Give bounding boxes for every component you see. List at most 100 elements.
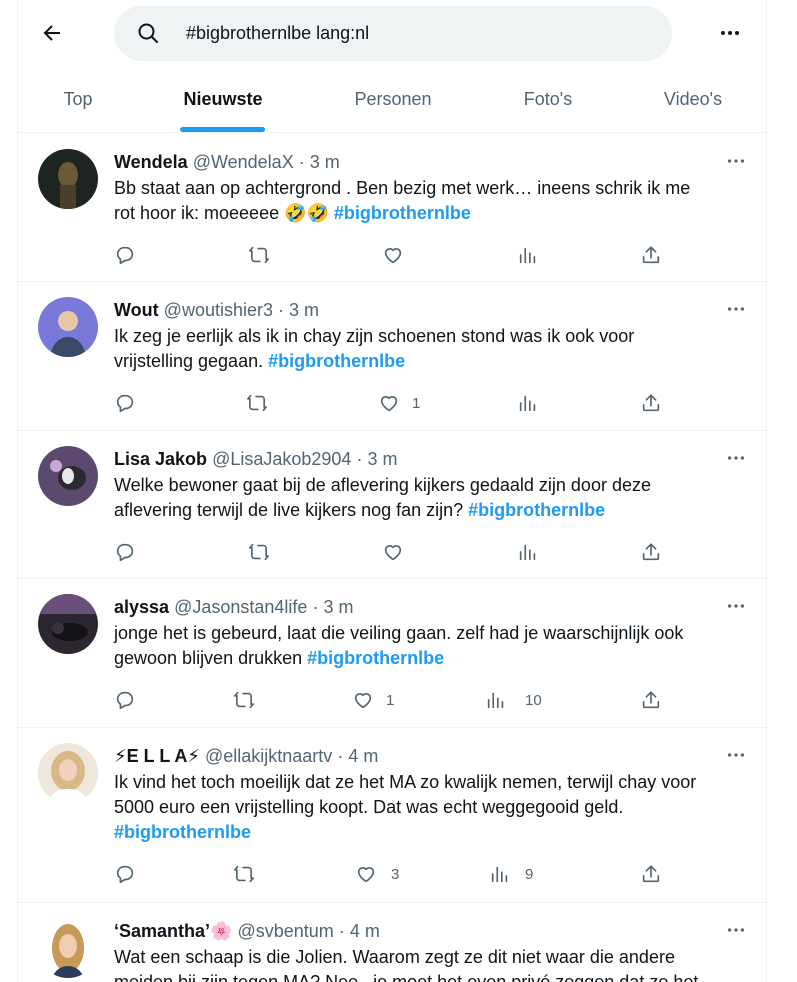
tweet[interactable]: Wendela @WendelaX · 3 m Bb staat aan op …: [18, 134, 766, 282]
timestamp[interactable]: 4 m: [348, 746, 378, 766]
display-name[interactable]: ‘Samantha’🌸: [114, 921, 232, 941]
tweet-header: Lisa Jakob @LisaJakob2904 · 3 m: [114, 448, 397, 470]
user-handle[interactable]: @Jasonstan4life: [174, 597, 307, 617]
hashtag-link[interactable]: #bigbrothernlbe: [468, 500, 605, 520]
tweet-line: Welke bewoner gaat bij de aflevering kij…: [114, 475, 651, 495]
tweet[interactable]: ‘Samantha’🌸 @svbentum · 4 m Wat een scha…: [18, 903, 766, 982]
views-button[interactable]: [517, 242, 551, 268]
search-box[interactable]: [114, 6, 672, 61]
tweet-more-button[interactable]: [724, 446, 748, 470]
views-button[interactable]: 10: [485, 687, 542, 713]
more-options-button[interactable]: [710, 13, 750, 53]
avatar[interactable]: [38, 149, 98, 209]
retweet-button[interactable]: [246, 390, 268, 416]
tweet-more-button[interactable]: [724, 149, 748, 173]
tweet-line: #bigbrothernlbe: [114, 820, 744, 845]
tab-photos[interactable]: Foto's: [498, 66, 598, 133]
share-button[interactable]: [640, 539, 662, 565]
tweet[interactable]: Lisa Jakob @LisaJakob2904 · 3 m Welke be…: [18, 431, 766, 579]
share-button[interactable]: [640, 687, 662, 713]
views-button[interactable]: [517, 539, 551, 565]
hashtag-link[interactable]: #bigbrothernlbe: [334, 203, 471, 223]
like-count: 3: [391, 865, 400, 883]
reply-button[interactable]: [114, 242, 136, 268]
like-button[interactable]: 1: [378, 390, 420, 416]
user-handle[interactable]: @LisaJakob2904: [212, 449, 351, 469]
tab-latest[interactable]: Nieuwste: [168, 66, 278, 133]
more-horizontal-icon: [727, 753, 745, 757]
separator: ·: [338, 921, 345, 941]
display-name[interactable]: Wout: [114, 300, 159, 320]
tab-top[interactable]: Top: [18, 66, 138, 133]
like-button[interactable]: [382, 242, 416, 268]
tweet-actions: 3 9: [114, 861, 744, 887]
heart-icon: [357, 867, 375, 883]
share-button[interactable]: [640, 242, 662, 268]
share-button[interactable]: [640, 861, 662, 887]
retweet-button[interactable]: [248, 539, 270, 565]
views-button[interactable]: [517, 390, 551, 416]
analytics-icon: [519, 247, 536, 264]
user-handle[interactable]: @svbentum: [237, 921, 333, 941]
avatar[interactable]: [38, 743, 98, 803]
hashtag-link[interactable]: #bigbrothernlbe: [114, 822, 251, 842]
tab-videos[interactable]: Video's: [638, 66, 748, 133]
reply-icon: [116, 543, 134, 562]
timestamp[interactable]: 3 m: [323, 597, 353, 617]
views-button[interactable]: 9: [489, 861, 533, 887]
share-button[interactable]: [640, 390, 662, 416]
tweet-actions: 1 10: [114, 687, 744, 713]
more-horizontal-icon: [727, 307, 745, 311]
retweet-button[interactable]: [233, 861, 255, 887]
user-handle[interactable]: @woutishier3: [164, 300, 273, 320]
timestamp[interactable]: 4 m: [350, 921, 380, 941]
timestamp[interactable]: 3 m: [289, 300, 319, 320]
display-name[interactable]: alyssa: [114, 597, 169, 617]
timestamp[interactable]: 3 m: [367, 449, 397, 469]
like-button[interactable]: 1: [352, 687, 394, 713]
tweet-more-button[interactable]: [724, 297, 748, 321]
tweet-line: Ik zeg je eerlijk als ik in chay zijn sc…: [114, 326, 635, 346]
back-button[interactable]: [32, 13, 72, 53]
reply-button[interactable]: [114, 687, 136, 713]
reply-button[interactable]: [114, 390, 136, 416]
tweet-more-button[interactable]: [724, 918, 748, 942]
search-input[interactable]: [186, 6, 646, 61]
hashtag-link[interactable]: #bigbrothernlbe: [307, 648, 444, 668]
like-button[interactable]: [382, 539, 416, 565]
reply-button[interactable]: [114, 861, 136, 887]
display-name[interactable]: Wendela: [114, 152, 188, 172]
tweet-more-button[interactable]: [724, 594, 748, 618]
search-tabs: Top Nieuwste Personen Foto's Video's: [18, 66, 766, 133]
view-count: 9: [525, 865, 534, 883]
tab-people[interactable]: Personen: [338, 66, 448, 133]
timestamp[interactable]: 3 m: [310, 152, 340, 172]
tweet-more-button[interactable]: [724, 743, 748, 767]
tweet-text: Welke bewoner gaat bij de aflevering kij…: [114, 473, 744, 523]
tweet[interactable]: ⚡E L L A⚡ @ellakijktnaartv · 4 m Ik vind…: [18, 728, 766, 903]
reply-button[interactable]: [114, 539, 136, 565]
tweet-text: Ik vind het toch moeilijk dat ze het MA …: [114, 770, 744, 845]
retweet-button[interactable]: [233, 687, 255, 713]
tweet-line: gewoon blijven drukken #bigbrothernlbe: [114, 646, 744, 671]
avatar[interactable]: [38, 918, 98, 978]
tweet[interactable]: alyssa @Jasonstan4life · 3 m jonge het i…: [18, 579, 766, 728]
tweet-line: 5000 euro een vrijstelling koopt. Dat wa…: [114, 797, 624, 817]
tweet-header: Wout @woutishier3 · 3 m: [114, 299, 319, 321]
avatar[interactable]: [38, 446, 98, 506]
like-button[interactable]: 3: [355, 861, 399, 887]
retweet-icon: [234, 865, 254, 883]
avatar[interactable]: [38, 297, 98, 357]
user-handle[interactable]: @ellakijktnaartv: [205, 746, 332, 766]
tweet[interactable]: Wout @woutishier3 · 3 m Ik zeg je eerlij…: [18, 282, 766, 431]
share-icon: [642, 543, 660, 561]
hashtag-link[interactable]: #bigbrothernlbe: [268, 351, 405, 371]
display-name[interactable]: ⚡E L L A⚡: [114, 746, 200, 766]
reply-icon: [116, 691, 134, 710]
tweet-line: aflevering terwijl de live kijkers nog f…: [114, 498, 744, 523]
retweet-button[interactable]: [248, 242, 270, 268]
tweet-line: vrijstelling gegaan. #bigbrothernlbe: [114, 349, 744, 374]
avatar[interactable]: [38, 594, 98, 654]
display-name[interactable]: Lisa Jakob: [114, 449, 207, 469]
user-handle[interactable]: @WendelaX: [193, 152, 294, 172]
